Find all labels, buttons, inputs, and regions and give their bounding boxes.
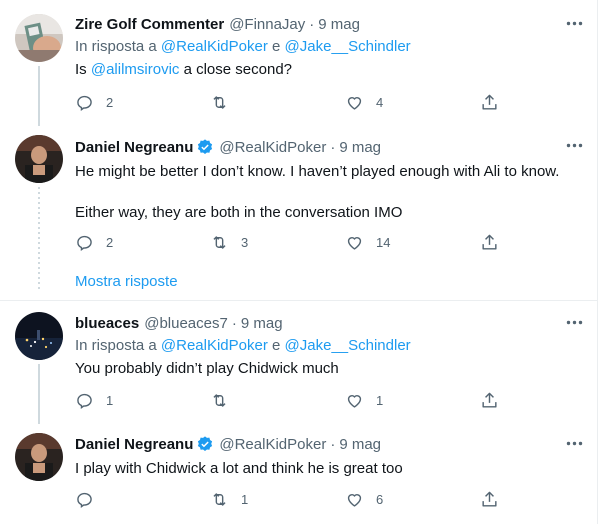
reply-button[interactable]	[75, 489, 210, 509]
like-button[interactable]: 6	[345, 489, 480, 509]
tweet-text: I play with Chidwick a lot and think he …	[75, 460, 403, 477]
share-icon	[482, 491, 497, 507]
reply-count: 2	[106, 234, 114, 250]
author-handle[interactable]: @blueaces7	[144, 315, 228, 332]
reply-context: In risposta a @RealKidPoker e @Jake__Sch…	[75, 37, 586, 57]
retweet-icon	[213, 393, 226, 407]
author-name[interactable]: blueaces	[75, 315, 139, 332]
tweet-text: Either way, they are both in the convers…	[75, 204, 403, 221]
verified-badge-icon	[198, 139, 213, 155]
share-button[interactable]	[480, 390, 499, 410]
like-button[interactable]: 1	[345, 390, 480, 410]
separator: ·	[330, 138, 336, 156]
timeline: Zire Golf Commenter @FinnaJay · 9 mag In…	[0, 0, 598, 524]
reply-icon	[77, 393, 92, 409]
reply-count: 2	[106, 94, 114, 110]
avatar[interactable]	[15, 14, 63, 62]
reply-prefix: In risposta a	[75, 337, 157, 354]
mention-link[interactable]: @RealKidPoker	[161, 38, 268, 55]
share-icon	[482, 234, 497, 250]
like-count: 1	[376, 392, 384, 408]
retweet-icon	[213, 95, 226, 109]
verified-badge-icon	[198, 436, 213, 452]
mention-link[interactable]: @Jake__Schindler	[285, 38, 411, 55]
mention-link[interactable]: @RealKidPoker	[161, 337, 268, 354]
reply-button[interactable]: 2	[75, 232, 210, 252]
thread-line	[38, 66, 40, 126]
text-body: a close second?	[183, 61, 292, 78]
share-icon	[482, 94, 497, 110]
retweet-icon	[213, 235, 226, 249]
heart-icon	[347, 236, 362, 250]
separator: ·	[330, 435, 336, 453]
retweet-button[interactable]	[210, 390, 345, 410]
author-handle[interactable]: @RealKidPoker	[219, 139, 326, 156]
reply-prefix: In risposta a	[75, 38, 157, 55]
more-options-icon[interactable]	[565, 136, 584, 155]
text-prefix: Is	[75, 61, 87, 78]
retweet-button[interactable]	[210, 92, 345, 112]
share-button[interactable]	[480, 232, 499, 252]
like-button[interactable]: 4	[345, 92, 480, 112]
avatar[interactable]	[15, 312, 63, 360]
like-count: 14	[376, 234, 391, 250]
avatar[interactable]	[15, 433, 63, 481]
more-options-icon[interactable]	[565, 313, 584, 332]
author-handle[interactable]: @FinnaJay	[229, 16, 305, 33]
retweet-icon	[213, 492, 226, 506]
separator: ·	[309, 15, 315, 33]
tweet-text: You probably didn’t play Chidwick much	[75, 360, 339, 377]
reply-context: In risposta a @RealKidPoker e @Jake__Sch…	[75, 336, 586, 356]
timestamp[interactable]: 9 mag	[339, 139, 381, 156]
more-options-icon[interactable]	[565, 434, 584, 453]
author-handle[interactable]: @RealKidPoker	[219, 436, 326, 453]
share-button[interactable]	[480, 92, 499, 112]
retweet-count: 1	[241, 491, 249, 507]
author-name[interactable]: Daniel Negreanu	[75, 436, 193, 453]
like-count: 4	[376, 94, 384, 110]
show-replies-link[interactable]: Mostra risposte	[75, 273, 178, 290]
tweet-text: Is @alilmsirovic a close second?	[75, 60, 586, 80]
mention-link[interactable]: @Jake__Schindler	[285, 337, 411, 354]
heart-icon	[347, 96, 362, 110]
timestamp[interactable]: 9 mag	[318, 16, 360, 33]
heart-icon	[347, 493, 362, 507]
reply-icon	[77, 235, 92, 251]
reply-icon	[77, 492, 92, 508]
retweet-button[interactable]: 3	[210, 232, 345, 252]
separator: ·	[231, 314, 237, 332]
mention-link[interactable]: @alilmsirovic	[91, 61, 180, 78]
heart-icon	[347, 394, 362, 408]
timestamp[interactable]: 9 mag	[339, 436, 381, 453]
share-button[interactable]	[480, 489, 499, 509]
like-count: 6	[376, 491, 384, 507]
thread-dots	[38, 187, 40, 292]
reply-icon	[77, 95, 92, 111]
tweet-text: He might be better I don’t know. I haven…	[75, 163, 560, 180]
timestamp[interactable]: 9 mag	[241, 315, 283, 332]
reply-and: e	[272, 337, 281, 354]
more-options-icon[interactable]	[565, 14, 584, 33]
thread-line	[38, 364, 40, 424]
retweet-count: 3	[241, 234, 249, 250]
reply-button[interactable]: 2	[75, 92, 210, 112]
avatar[interactable]	[15, 135, 63, 183]
reply-count: 1	[106, 392, 114, 408]
share-icon	[482, 392, 497, 408]
reply-button[interactable]: 1	[75, 390, 210, 410]
retweet-button[interactable]: 1	[210, 489, 345, 509]
divider	[0, 300, 598, 301]
like-button[interactable]: 14	[345, 232, 480, 252]
author-name[interactable]: Daniel Negreanu	[75, 139, 193, 156]
author-name[interactable]: Zire Golf Commenter	[75, 16, 224, 33]
reply-and: e	[272, 38, 281, 55]
